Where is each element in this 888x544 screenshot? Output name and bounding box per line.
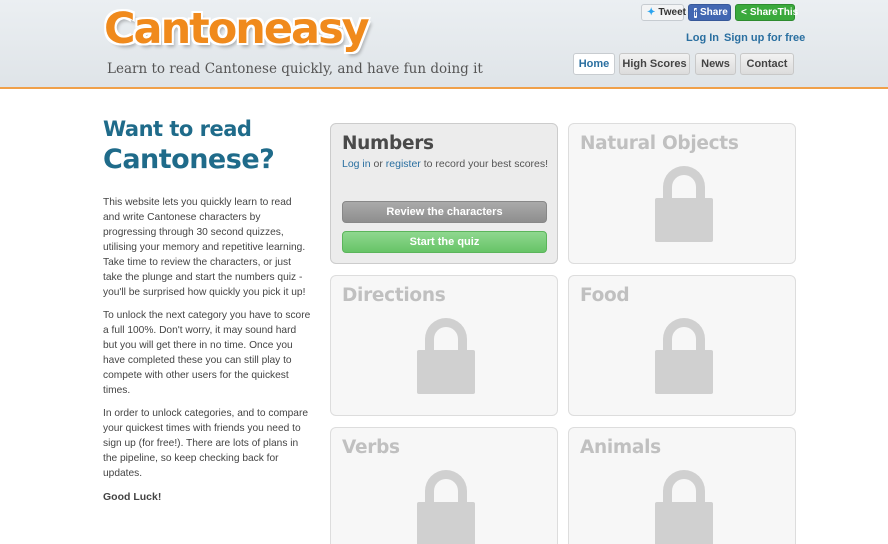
padlock-icon [655, 470, 713, 544]
category-title: Natural Objects [580, 133, 739, 154]
category-card-food: Food [568, 275, 796, 416]
facebook-share-button[interactable]: f Share [688, 4, 731, 21]
category-card-directions: Directions [330, 275, 558, 416]
signup-paragraph: In order to unlock categories, and to co… [103, 408, 308, 479]
padlock-icon [417, 318, 475, 394]
site-header: Cantoneasy Learn to read Cantonese quick… [0, 0, 888, 89]
category-card-numbers: Numbers Log in or register to record you… [330, 123, 558, 264]
intro-paragraph: This website lets you quickly learn to r… [103, 197, 306, 298]
or-text: or [373, 158, 383, 170]
category-login-prompt: Log in or register to record your best s… [342, 158, 548, 170]
category-card-verbs: Verbs [330, 427, 558, 544]
category-title: Numbers [342, 133, 434, 154]
category-card-natural-objects: Natural Objects [568, 123, 796, 264]
share-label: Share [700, 7, 728, 18]
site-logo[interactable]: Cantoneasy [104, 4, 370, 54]
sharethis-label: ShareThis [749, 7, 799, 18]
sharethis-button[interactable]: < ShareThis [735, 4, 799, 21]
login-link[interactable]: Log In [686, 32, 719, 44]
category-title: Verbs [342, 437, 400, 458]
signup-link[interactable]: Sign up for free [724, 32, 805, 44]
twitter-bird-icon: ✦ [647, 7, 656, 18]
category-title: Animals [580, 437, 661, 458]
category-card-animals: Animals [568, 427, 796, 544]
card-register-link[interactable]: register [386, 158, 421, 170]
facebook-icon: f [694, 7, 697, 18]
padlock-icon [655, 166, 713, 242]
unlock-paragraph: To unlock the next category you have to … [103, 310, 311, 396]
start-quiz-button[interactable]: Start the quiz [342, 231, 547, 253]
intro-heading: Want to read Cantonese? [103, 117, 323, 175]
nav-high-scores[interactable]: High Scores [619, 53, 690, 75]
nav-contact[interactable]: Contact [740, 53, 794, 75]
padlock-icon [655, 318, 713, 394]
intro-heading-line1: Want to read [103, 117, 252, 141]
nav-news[interactable]: News [695, 53, 736, 75]
tweet-button[interactable]: ✦ Tweet [641, 4, 686, 21]
category-title: Food [580, 285, 630, 306]
record-scores-text: to record your best scores! [423, 158, 549, 170]
nav-home[interactable]: Home [573, 53, 615, 75]
tweet-label: Tweet [658, 7, 686, 18]
category-title: Directions [342, 285, 446, 306]
intro-heading-line2: Cantonese? [103, 144, 275, 175]
card-login-link[interactable]: Log in [342, 158, 371, 170]
padlock-icon [417, 470, 475, 544]
share-icon: < [741, 7, 747, 18]
review-characters-button[interactable]: Review the characters [342, 201, 547, 223]
site-tagline: Learn to read Cantonese quickly, and hav… [107, 61, 483, 77]
signoff-text: Good Luck! [103, 491, 162, 503]
